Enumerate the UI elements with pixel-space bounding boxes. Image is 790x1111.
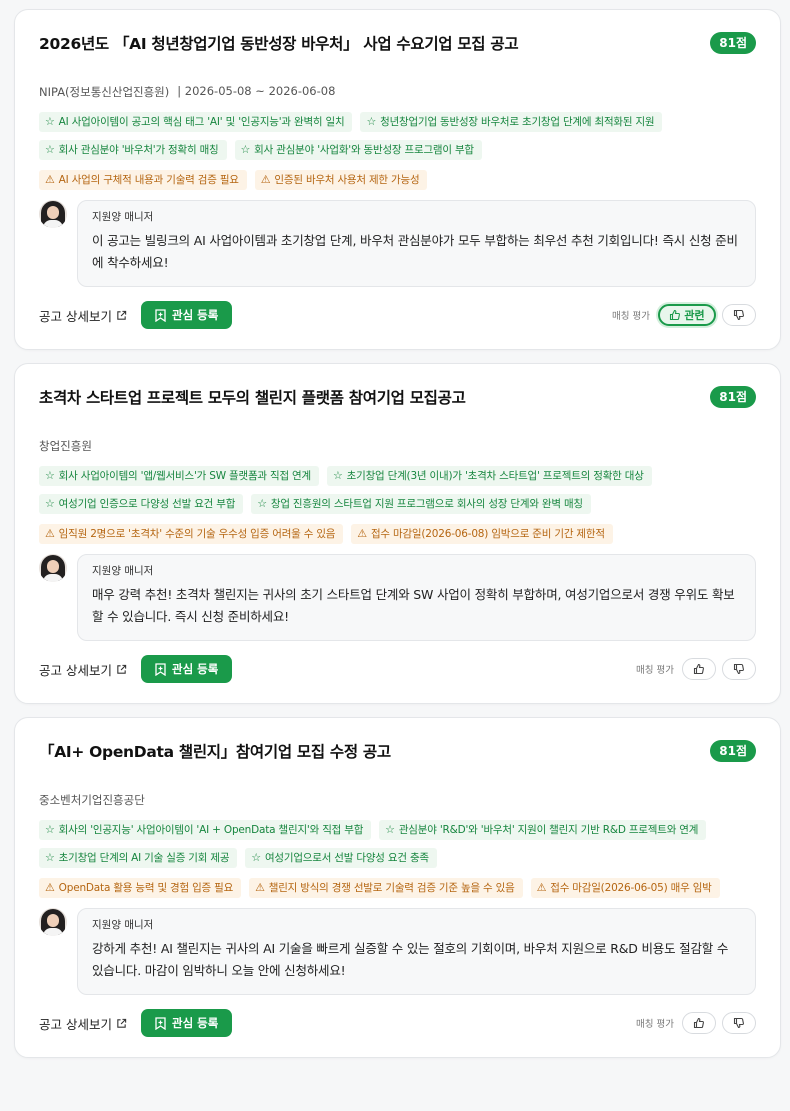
star-outline-icon: ☆ xyxy=(366,115,377,128)
star-outline-icon: ☆ xyxy=(45,469,55,482)
match-score-badge: 81점 xyxy=(710,740,756,762)
pro-tag: ☆ 초기창업 단계의 AI 기술 실증 기회 제공 xyxy=(39,848,238,868)
pro-tag: ☆ 회사 관심분야 '사업화'와 동반성장 프로그램이 부합 xyxy=(234,140,482,160)
application-period: | 2026-05-08 ~ 2026-06-08 xyxy=(177,84,336,98)
warning-icon: ⚠ xyxy=(536,881,547,894)
add-favorite-button[interactable]: 관심 등록 xyxy=(140,1009,233,1037)
announcement-title[interactable]: 「AI+ OpenData 챌린지」참여기업 모집 수정 공고 xyxy=(39,740,391,764)
thumbs-down-icon xyxy=(733,663,744,675)
match-score-badge: 81점 xyxy=(710,386,756,408)
thumbs-up-icon xyxy=(693,1017,704,1029)
pro-tag: ☆ 회사 관심분야 '바우처'가 정확히 매칭 xyxy=(39,140,227,160)
bookmark-plus-icon xyxy=(155,662,166,676)
thumbs-up-icon xyxy=(670,309,681,321)
external-link-icon xyxy=(117,310,127,320)
announcement-card: 「AI+ OpenData 챌린지」참여기업 모집 수정 공고 81점 중소벤처… xyxy=(14,717,781,1058)
pros-tags: ☆ 회사의 '인공지능' 사업아이템이 'AI + OpenData 챌린지'와 … xyxy=(39,820,756,868)
view-detail-link[interactable]: 공고 상세보기 xyxy=(39,1014,127,1033)
manager-message: 강하게 추천! AI 챌린지는 귀사의 AI 기술을 빠르게 실증할 수 있는 … xyxy=(92,941,729,978)
thumbs-up-icon xyxy=(693,663,704,675)
manager-name: 지원양 매니저 xyxy=(92,919,154,931)
cons-tags: ⚠ AI 사업의 구체적 내용과 기술력 검증 필요 ⚠ 인증된 바우처 사용처 제… xyxy=(39,170,756,190)
manager-comment: 지원양 매니저 강하게 추천! AI 챌린지는 귀사의 AI 기술을 빠르게 실… xyxy=(39,908,756,995)
agency-name: 중소벤처기업진흥공단 xyxy=(39,793,145,807)
view-detail-link[interactable]: 공고 상세보기 xyxy=(39,306,127,325)
thumbs-down-button[interactable] xyxy=(722,1012,756,1034)
con-tag: ⚠ 접수 마감일(2026-06-08) 임박으로 준비 기간 제한적 xyxy=(351,524,613,544)
add-favorite-button[interactable]: 관심 등록 xyxy=(140,301,233,329)
star-outline-icon: ☆ xyxy=(257,497,267,510)
announcement-title[interactable]: 2026년도 「AI 청년창업기업 동반성장 바우처」 사업 수요기업 모집 공… xyxy=(39,32,519,56)
thumbs-up-button[interactable]: 관련 xyxy=(658,304,716,326)
announcement-feed: 2026년도 「AI 청년창업기업 동반성장 바우처」 사업 수요기업 모집 공… xyxy=(0,0,790,1058)
thumbs-down-button[interactable] xyxy=(722,304,756,326)
agency-name: NIPA(정보통신산업진흥원) xyxy=(39,85,170,99)
warning-icon: ⚠ xyxy=(45,173,55,186)
announcement-card: 초격차 스타트업 프로젝트 모두의 챌린지 플랫폼 참여기업 모집공고 81점 … xyxy=(14,363,781,704)
con-tag: ⚠ 인증된 바우처 사용처 제한 가능성 xyxy=(254,170,428,190)
rating-label: 매칭 평가 xyxy=(636,665,674,676)
rating-label: 매칭 평가 xyxy=(636,1019,674,1030)
warning-icon: ⚠ xyxy=(357,527,367,540)
thumbs-up-button[interactable] xyxy=(682,1012,716,1034)
announcement-card: 2026년도 「AI 청년창업기업 동반성장 바우처」 사업 수요기업 모집 공… xyxy=(14,9,781,350)
star-outline-icon: ☆ xyxy=(385,823,395,836)
manager-comment: 지원양 매니저 매우 강력 추천! 초격차 챌린지는 귀사의 초기 스타트업 단… xyxy=(39,554,756,641)
manager-avatar xyxy=(39,554,67,582)
manager-name: 지원양 매니저 xyxy=(92,211,154,223)
star-outline-icon: ☆ xyxy=(45,851,55,864)
manager-avatar xyxy=(39,200,67,228)
manager-comment: 지원양 매니저 이 공고는 빌링크의 AI 사업아이템과 초기창업 단계, 바우… xyxy=(39,200,756,287)
star-outline-icon: ☆ xyxy=(251,851,261,864)
con-tag: ⚠ AI 사업의 구체적 내용과 기술력 검증 필요 xyxy=(39,170,247,190)
pro-tag: ☆ 창업 진흥원의 스타트업 지원 프로그램으로 회사의 성장 단계와 완벽 매칭 xyxy=(251,494,591,514)
external-link-icon xyxy=(117,1018,127,1028)
announcement-title[interactable]: 초격차 스타트업 프로젝트 모두의 챌린지 플랫폼 참여기업 모집공고 xyxy=(39,386,466,410)
thumbs-down-icon xyxy=(733,1017,744,1029)
bookmark-plus-icon xyxy=(155,1016,166,1030)
pro-tag: ☆ 여성기업 인증으로 다양성 선발 요건 부합 xyxy=(39,494,244,514)
agency-name: 창업진흥원 xyxy=(39,439,92,453)
external-link-icon xyxy=(117,664,127,674)
pros-tags: ☆ 회사 사업아이템의 '앱/웹서비스'가 SW 플랫폼과 직접 연계 ☆ 초기창업… xyxy=(39,466,756,514)
con-tag: ⚠ 임직원 2명으로 '초격차' 수준의 기술 우수성 입증 어려울 수 있음 xyxy=(39,524,344,544)
warning-icon: ⚠ xyxy=(255,881,265,894)
bookmark-plus-icon xyxy=(155,308,166,322)
star-outline-icon: ☆ xyxy=(240,143,251,156)
manager-avatar xyxy=(39,908,67,936)
star-outline-icon: ☆ xyxy=(332,469,343,482)
thumbs-down-icon xyxy=(733,309,744,321)
cons-tags: ⚠ 임직원 2명으로 '초격차' 수준의 기술 우수성 입증 어려울 수 있음 ⚠… xyxy=(39,524,756,544)
rating-label: 매칭 평가 xyxy=(612,311,650,322)
warning-icon: ⚠ xyxy=(260,173,271,186)
pro-tag: ☆ 관심분야 'R&D'와 '바우처' 지원이 챌린지 기반 R&D 프로젝트와 … xyxy=(379,820,707,840)
con-tag: ⚠ 챌린지 방식의 경쟁 선발로 기술력 검증 기준 높을 수 있음 xyxy=(249,878,523,898)
pro-tag: ☆ 회사 사업아이템의 '앱/웹서비스'가 SW 플랫폼과 직접 연계 xyxy=(39,466,319,486)
star-outline-icon: ☆ xyxy=(45,115,55,128)
pro-tag: ☆ 초기창업 단계(3년 이내)가 '초격차 스타트업' 프로젝트의 정확한 대상 xyxy=(326,466,652,486)
con-tag: ⚠ 접수 마감일(2026-06-05) 매우 임박 xyxy=(530,878,720,898)
pro-tag: ☆ 여성기업으로서 선발 다양성 요건 충족 xyxy=(245,848,437,868)
manager-message: 이 공고는 빌링크의 AI 사업아이템과 초기창업 단계, 바우처 관심분야가 … xyxy=(92,233,738,270)
star-outline-icon: ☆ xyxy=(45,823,55,836)
warning-icon: ⚠ xyxy=(45,527,55,540)
manager-name: 지원양 매니저 xyxy=(92,565,154,577)
pros-tags: ☆ AI 사업아이템이 공고의 핵심 태그 'AI' 및 '인공지능'과 완벽히 … xyxy=(39,112,756,160)
thumbs-up-button[interactable] xyxy=(682,658,716,680)
pro-tag: ☆ AI 사업아이템이 공고의 핵심 태그 'AI' 및 '인공지능'과 완벽히 … xyxy=(39,112,353,132)
pro-tag: ☆ 청년창업기업 동반성장 바우처로 초기창업 단계에 최적화된 지원 xyxy=(360,112,663,132)
warning-icon: ⚠ xyxy=(45,881,55,894)
star-outline-icon: ☆ xyxy=(45,143,55,156)
manager-message: 매우 강력 추천! 초격차 챌린지는 귀사의 초기 스타트업 단계와 SW 사업… xyxy=(92,587,735,624)
con-tag: ⚠ OpenData 활용 능력 및 경험 입증 필요 xyxy=(39,878,242,898)
add-favorite-button[interactable]: 관심 등록 xyxy=(140,655,233,683)
star-outline-icon: ☆ xyxy=(45,497,55,510)
cons-tags: ⚠ OpenData 활용 능력 및 경험 입증 필요 ⚠ 챌린지 방식의 경쟁 선… xyxy=(39,878,756,898)
match-score-badge: 81점 xyxy=(710,32,756,54)
view-detail-link[interactable]: 공고 상세보기 xyxy=(39,660,127,679)
pro-tag: ☆ 회사의 '인공지능' 사업아이템이 'AI + OpenData 챌린지'와 … xyxy=(39,820,372,840)
thumbs-down-button[interactable] xyxy=(722,658,756,680)
